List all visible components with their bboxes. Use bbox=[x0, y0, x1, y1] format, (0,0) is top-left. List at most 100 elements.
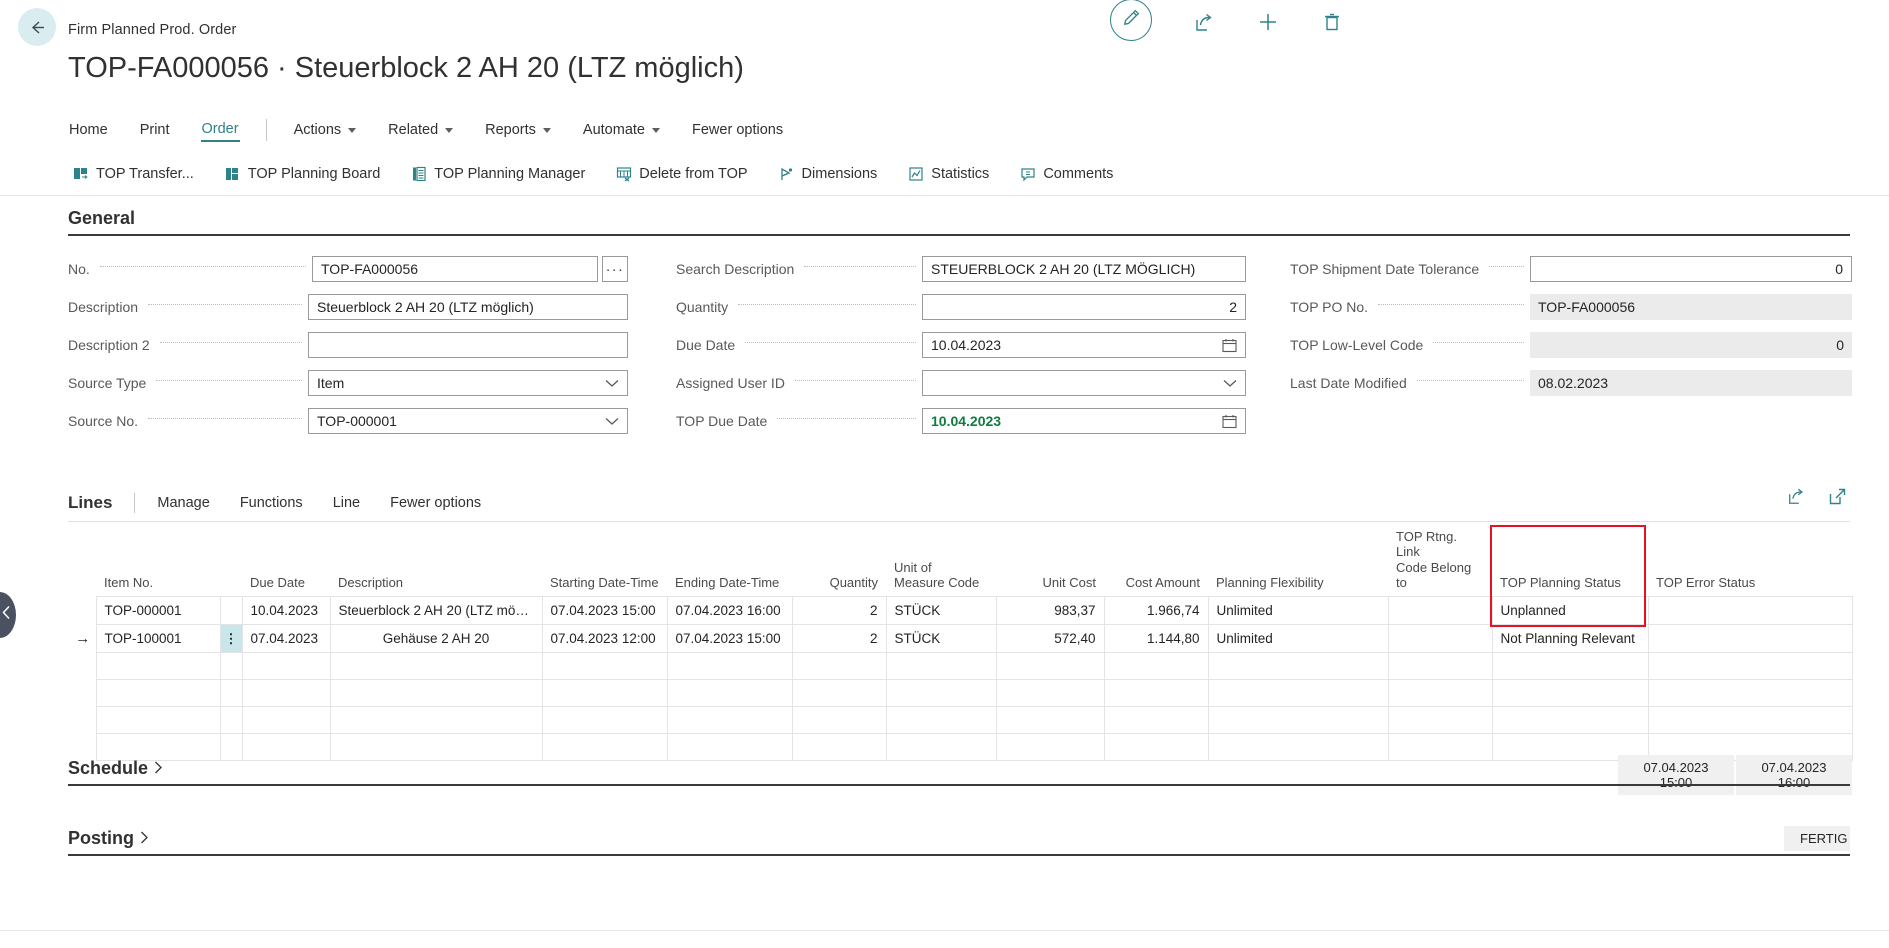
col-quantity[interactable]: Quantity bbox=[792, 525, 886, 597]
table-row[interactable]: TOP-000001 10.04.2023 Steuerblock 2 AH 2… bbox=[70, 597, 1852, 625]
row-menu-button[interactable] bbox=[220, 653, 242, 680]
col-unit-cost[interactable]: Unit Cost bbox=[996, 525, 1104, 597]
cell-empty[interactable] bbox=[542, 680, 667, 707]
cell-empty[interactable] bbox=[1208, 653, 1388, 680]
description-input[interactable]: Steuerblock 2 AH 20 (LTZ möglich) bbox=[308, 294, 628, 320]
cell-empty[interactable] bbox=[996, 680, 1104, 707]
action-statistics[interactable]: Statistics bbox=[907, 165, 989, 182]
table-row-empty[interactable] bbox=[70, 707, 1852, 734]
cell-empty[interactable] bbox=[542, 653, 667, 680]
lines-menu-fewer-options[interactable]: Fewer options bbox=[390, 495, 481, 511]
cell-due-date[interactable]: 07.04.2023 bbox=[242, 625, 330, 653]
cell-empty[interactable] bbox=[886, 680, 996, 707]
breadcrumb[interactable]: Firm Planned Prod. Order bbox=[68, 22, 236, 38]
source-type-select[interactable]: Item bbox=[308, 370, 628, 396]
cell-empty[interactable] bbox=[1648, 653, 1852, 680]
cell-empty[interactable] bbox=[1388, 707, 1492, 734]
calendar-icon[interactable] bbox=[1222, 414, 1237, 429]
cell-top-planning-status[interactable]: Not Planning Relevant bbox=[1492, 625, 1648, 653]
cell-empty[interactable] bbox=[667, 734, 792, 761]
cell-empty[interactable] bbox=[1104, 734, 1208, 761]
cell-unit-of-measure-code[interactable]: STÜCK bbox=[886, 625, 996, 653]
new-button[interactable] bbox=[1256, 13, 1280, 37]
cell-empty[interactable] bbox=[886, 707, 996, 734]
ribbon-item-print[interactable]: Print bbox=[139, 119, 171, 141]
cell-empty[interactable] bbox=[96, 653, 220, 680]
cell-empty[interactable] bbox=[792, 680, 886, 707]
lines-menu-line[interactable]: Line bbox=[333, 495, 360, 511]
cell-empty[interactable] bbox=[792, 707, 886, 734]
posting-title[interactable]: Posting bbox=[68, 828, 149, 849]
cell-top-planning-status[interactable]: Unplanned bbox=[1492, 597, 1648, 625]
cell-cost-amount[interactable]: 1.966,74 bbox=[1104, 597, 1208, 625]
cell-empty[interactable] bbox=[1492, 707, 1648, 734]
col-due-date[interactable]: Due Date bbox=[242, 525, 330, 597]
col-item-no[interactable]: Item No. bbox=[96, 525, 220, 597]
col-ending-date-time[interactable]: Ending Date-Time bbox=[667, 525, 792, 597]
collapse-panel-handle[interactable] bbox=[0, 592, 16, 638]
action-top-transfer[interactable]: TOP Transfer... bbox=[72, 165, 194, 182]
open-in-new-window-icon[interactable] bbox=[1828, 487, 1847, 511]
action-dimensions[interactable]: Dimensions bbox=[778, 165, 878, 182]
cell-empty[interactable] bbox=[1208, 680, 1388, 707]
ribbon-item-fewer-options[interactable]: Fewer options bbox=[691, 119, 784, 141]
cell-empty[interactable] bbox=[242, 680, 330, 707]
cell-quantity[interactable]: 2 bbox=[792, 625, 886, 653]
table-row-empty[interactable] bbox=[70, 653, 1852, 680]
col-top-rtng-link-code[interactable]: TOP Rtng. Link Code Belong to bbox=[1388, 525, 1492, 597]
cell-empty[interactable] bbox=[542, 734, 667, 761]
cell-empty[interactable] bbox=[1648, 707, 1852, 734]
ribbon-item-reports[interactable]: Reports bbox=[484, 119, 552, 141]
cell-top-error-status[interactable] bbox=[1648, 625, 1852, 653]
cell-starting-date-time[interactable]: 07.04.2023 12:00 bbox=[542, 625, 667, 653]
cell-empty[interactable] bbox=[886, 653, 996, 680]
col-top-planning-status[interactable]: TOP Planning Status bbox=[1492, 525, 1648, 597]
cell-empty[interactable] bbox=[996, 653, 1104, 680]
ribbon-item-related[interactable]: Related bbox=[387, 119, 454, 141]
table-row[interactable]: → TOP-100001 ⋮ 07.04.2023 Gehäuse 2 AH 2… bbox=[70, 625, 1852, 653]
cell-empty[interactable] bbox=[1492, 680, 1648, 707]
cell-unit-cost[interactable]: 572,40 bbox=[996, 625, 1104, 653]
schedule-title[interactable]: Schedule bbox=[68, 758, 163, 779]
due-date-input[interactable]: 10.04.2023 bbox=[922, 332, 1246, 358]
cell-item-no[interactable]: TOP-100001 bbox=[96, 625, 220, 653]
lines-menu-functions[interactable]: Functions bbox=[240, 495, 303, 511]
cell-top-error-status[interactable] bbox=[1648, 597, 1852, 625]
search-description-input[interactable]: STEUERBLOCK 2 AH 20 (LTZ MÖGLICH) bbox=[922, 256, 1246, 282]
col-planning-flexibility[interactable]: Planning Flexibility bbox=[1208, 525, 1388, 597]
cell-empty[interactable] bbox=[96, 734, 220, 761]
ribbon-item-automate[interactable]: Automate bbox=[582, 119, 661, 141]
ribbon-item-actions[interactable]: Actions bbox=[293, 119, 358, 141]
cell-empty[interactable] bbox=[242, 653, 330, 680]
action-top-planning-board[interactable]: TOP Planning Board bbox=[224, 165, 380, 182]
edit-button[interactable] bbox=[1110, 0, 1152, 41]
cell-planning-flexibility[interactable]: Unlimited bbox=[1208, 625, 1388, 653]
cell-empty[interactable] bbox=[542, 707, 667, 734]
delete-button[interactable] bbox=[1320, 13, 1344, 37]
schedule-section[interactable]: Schedule bbox=[68, 758, 1850, 779]
table-row-empty[interactable] bbox=[70, 680, 1852, 707]
action-comments[interactable]: Comments bbox=[1019, 165, 1113, 182]
ribbon-item-home[interactable]: Home bbox=[68, 119, 109, 141]
share-button[interactable] bbox=[1192, 13, 1216, 37]
cell-empty[interactable] bbox=[242, 734, 330, 761]
action-delete-from-top[interactable]: Delete from TOP bbox=[615, 165, 747, 182]
cell-planning-flexibility[interactable]: Unlimited bbox=[1208, 597, 1388, 625]
no-lookup-button[interactable]: ··· bbox=[602, 256, 628, 282]
col-description[interactable]: Description bbox=[330, 525, 542, 597]
col-unit-of-measure-code[interactable]: Unit of Measure Code bbox=[886, 525, 996, 597]
cell-description[interactable]: Steuerblock 2 AH 20 (LTZ mögl... bbox=[330, 597, 542, 625]
cell-empty[interactable] bbox=[996, 734, 1104, 761]
top-due-date-input[interactable]: 10.04.2023 bbox=[922, 408, 1246, 434]
assigned-user-id-select[interactable] bbox=[922, 370, 1246, 396]
cell-empty[interactable] bbox=[242, 707, 330, 734]
cell-empty[interactable] bbox=[667, 653, 792, 680]
posting-section[interactable]: Posting bbox=[68, 828, 1850, 849]
cell-due-date[interactable]: 10.04.2023 bbox=[242, 597, 330, 625]
cell-unit-cost[interactable]: 983,37 bbox=[996, 597, 1104, 625]
cell-empty[interactable] bbox=[667, 707, 792, 734]
cell-ending-date-time[interactable]: 07.04.2023 15:00 bbox=[667, 625, 792, 653]
cell-item-no[interactable]: TOP-000001 bbox=[96, 597, 220, 625]
cell-empty[interactable] bbox=[886, 734, 996, 761]
cell-ending-date-time[interactable]: 07.04.2023 16:00 bbox=[667, 597, 792, 625]
